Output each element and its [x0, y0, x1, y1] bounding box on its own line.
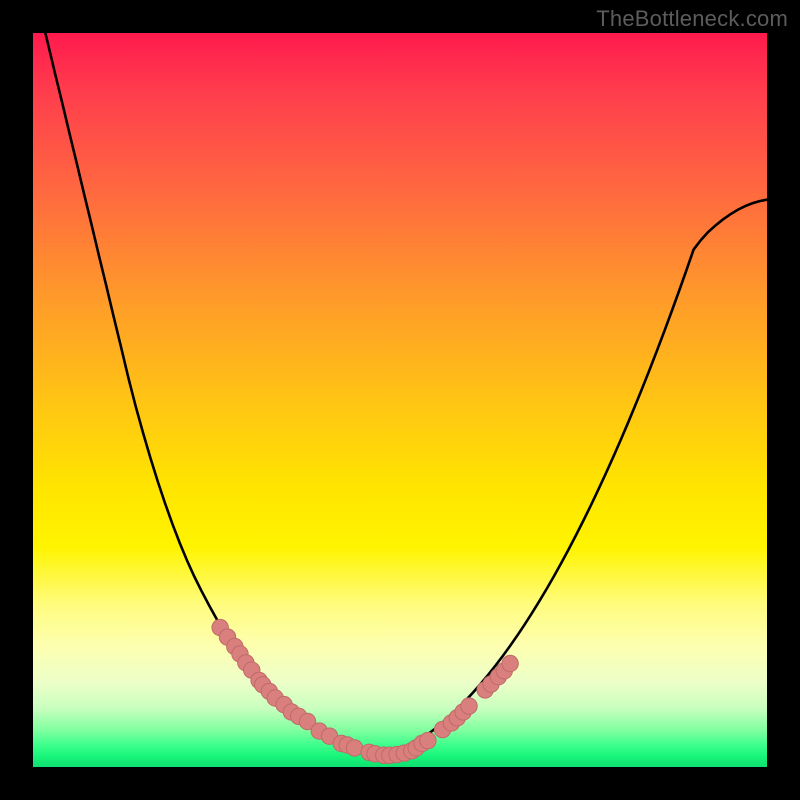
watermark-text: TheBottleneck.com	[596, 6, 788, 32]
curve-marker	[420, 732, 436, 748]
outer-frame: TheBottleneck.com	[0, 0, 800, 800]
curve-marker	[461, 698, 477, 714]
curve-marker	[502, 655, 518, 671]
bottleneck-curve	[33, 0, 767, 758]
curve-marker	[346, 740, 362, 756]
chart-svg	[0, 0, 800, 800]
